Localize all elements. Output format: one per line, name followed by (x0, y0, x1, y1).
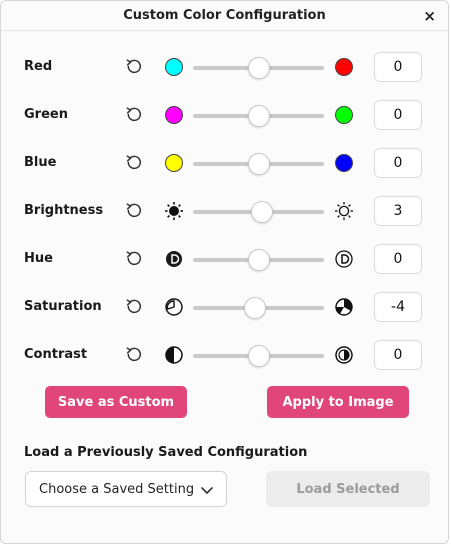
slider-track[interactable] (193, 249, 324, 271)
slider-thumb[interactable] (247, 345, 270, 367)
apply-to-image-button[interactable]: Apply to Image (267, 386, 409, 418)
reset-icon[interactable] (124, 297, 144, 317)
saved-setting-select-value: Choose a Saved Setting (39, 481, 195, 497)
reset-icon[interactable] (124, 105, 144, 125)
value-field[interactable]: 0 (374, 340, 422, 370)
dialog-title: Custom Color Configuration (123, 8, 326, 23)
row-label: Blue (24, 155, 57, 170)
value-field[interactable]: 3 (374, 196, 422, 226)
row-brightness: Brightness 3 (1, 195, 448, 227)
row-saturation: Saturation -4 (1, 291, 448, 323)
blue-swatch-icon (334, 153, 354, 173)
row-green: Green 0 (1, 99, 448, 131)
cyan-swatch-icon (164, 57, 184, 77)
slider-track[interactable] (193, 345, 324, 367)
value-field[interactable]: 0 (374, 100, 422, 130)
row-label: Hue (24, 251, 53, 266)
chevron-down-icon (201, 487, 213, 494)
green-swatch-icon (334, 105, 354, 125)
slider-thumb[interactable] (251, 201, 274, 223)
row-label: Saturation (24, 299, 102, 314)
dialog-titlebar: Custom Color Configuration × (1, 1, 448, 31)
slider-thumb[interactable] (243, 297, 266, 319)
slider-track[interactable] (193, 105, 324, 127)
saved-setting-select[interactable]: Choose a Saved Setting (25, 471, 227, 507)
reset-icon[interactable] (124, 345, 144, 365)
value-field[interactable]: 0 (374, 244, 422, 274)
slider-thumb[interactable] (247, 105, 270, 127)
saturation-high-icon (334, 297, 354, 317)
slider-track[interactable] (193, 57, 324, 79)
magenta-swatch-icon (164, 105, 184, 125)
hue-outline-icon (334, 249, 354, 269)
row-blue: Blue 0 (1, 147, 448, 179)
sun-outline-icon (334, 201, 354, 221)
value-field[interactable]: 0 (374, 52, 422, 82)
contrast-low-icon (164, 345, 184, 365)
slider-track[interactable] (193, 297, 324, 319)
yellow-swatch-icon (164, 153, 184, 173)
value-field[interactable]: -4 (374, 292, 422, 322)
slider-thumb[interactable] (247, 249, 270, 271)
red-swatch-icon (334, 57, 354, 77)
load-section-title: Load a Previously Saved Configuration (24, 445, 308, 460)
slider-thumb[interactable] (247, 57, 270, 79)
close-button[interactable]: × (423, 7, 436, 25)
save-as-custom-button[interactable]: Save as Custom (45, 386, 187, 418)
contrast-high-icon (334, 345, 354, 365)
sun-filled-icon (164, 201, 184, 221)
slider-track[interactable] (193, 201, 324, 223)
row-label: Contrast (24, 347, 88, 362)
reset-icon[interactable] (124, 153, 144, 173)
reset-icon[interactable] (124, 201, 144, 221)
reset-icon[interactable] (124, 57, 144, 77)
row-hue: Hue 0 (1, 243, 448, 275)
color-config-dialog: Custom Color Configuration × Red 0 Green 0 B… (0, 0, 449, 544)
value-field[interactable]: 0 (374, 148, 422, 178)
slider-thumb[interactable] (247, 153, 270, 175)
hue-dark-icon (164, 249, 184, 269)
row-label: Brightness (24, 203, 104, 218)
row-label: Red (24, 59, 53, 74)
row-contrast: Contrast 0 (1, 339, 448, 371)
row-red: Red 0 (1, 51, 448, 83)
background-strip (0, 544, 451, 549)
load-selected-button[interactable]: Load Selected (266, 471, 430, 507)
slider-track[interactable] (193, 153, 324, 175)
row-label: Green (24, 107, 68, 122)
reset-icon[interactable] (124, 249, 144, 269)
saturation-low-icon (164, 297, 184, 317)
